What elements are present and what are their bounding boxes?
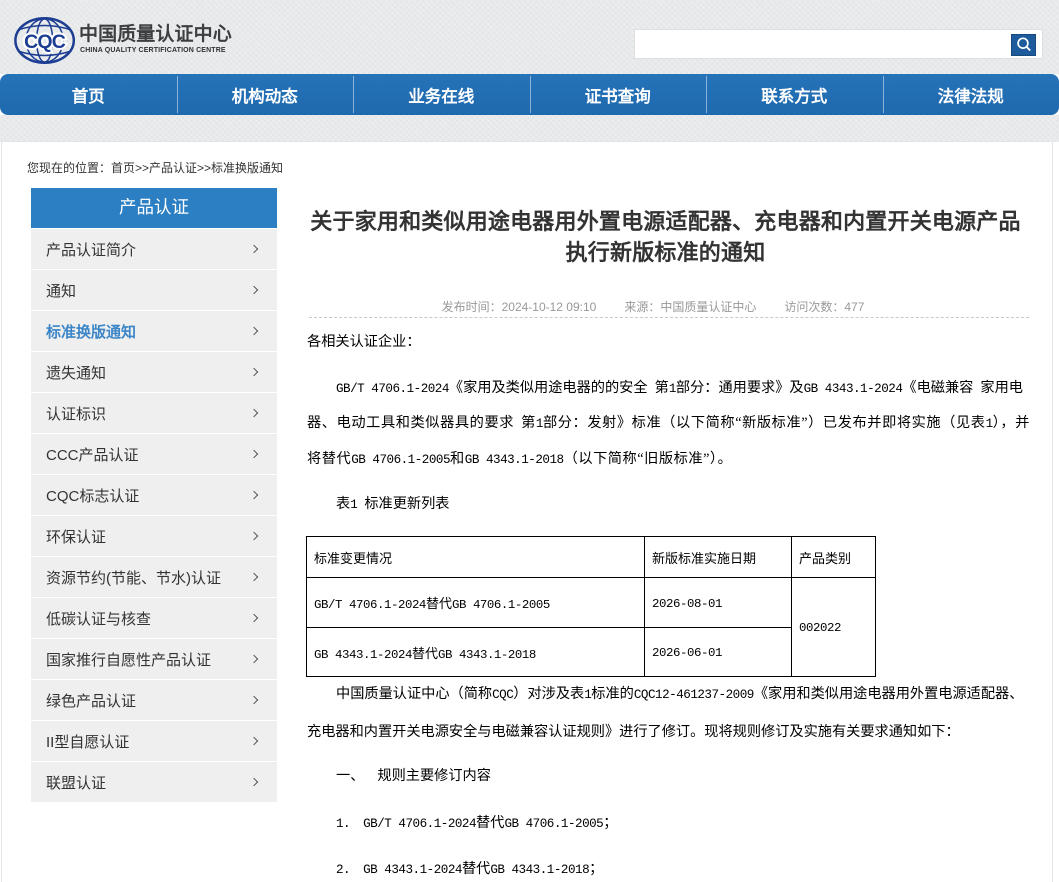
- svg-text:CQC: CQC: [24, 31, 66, 53]
